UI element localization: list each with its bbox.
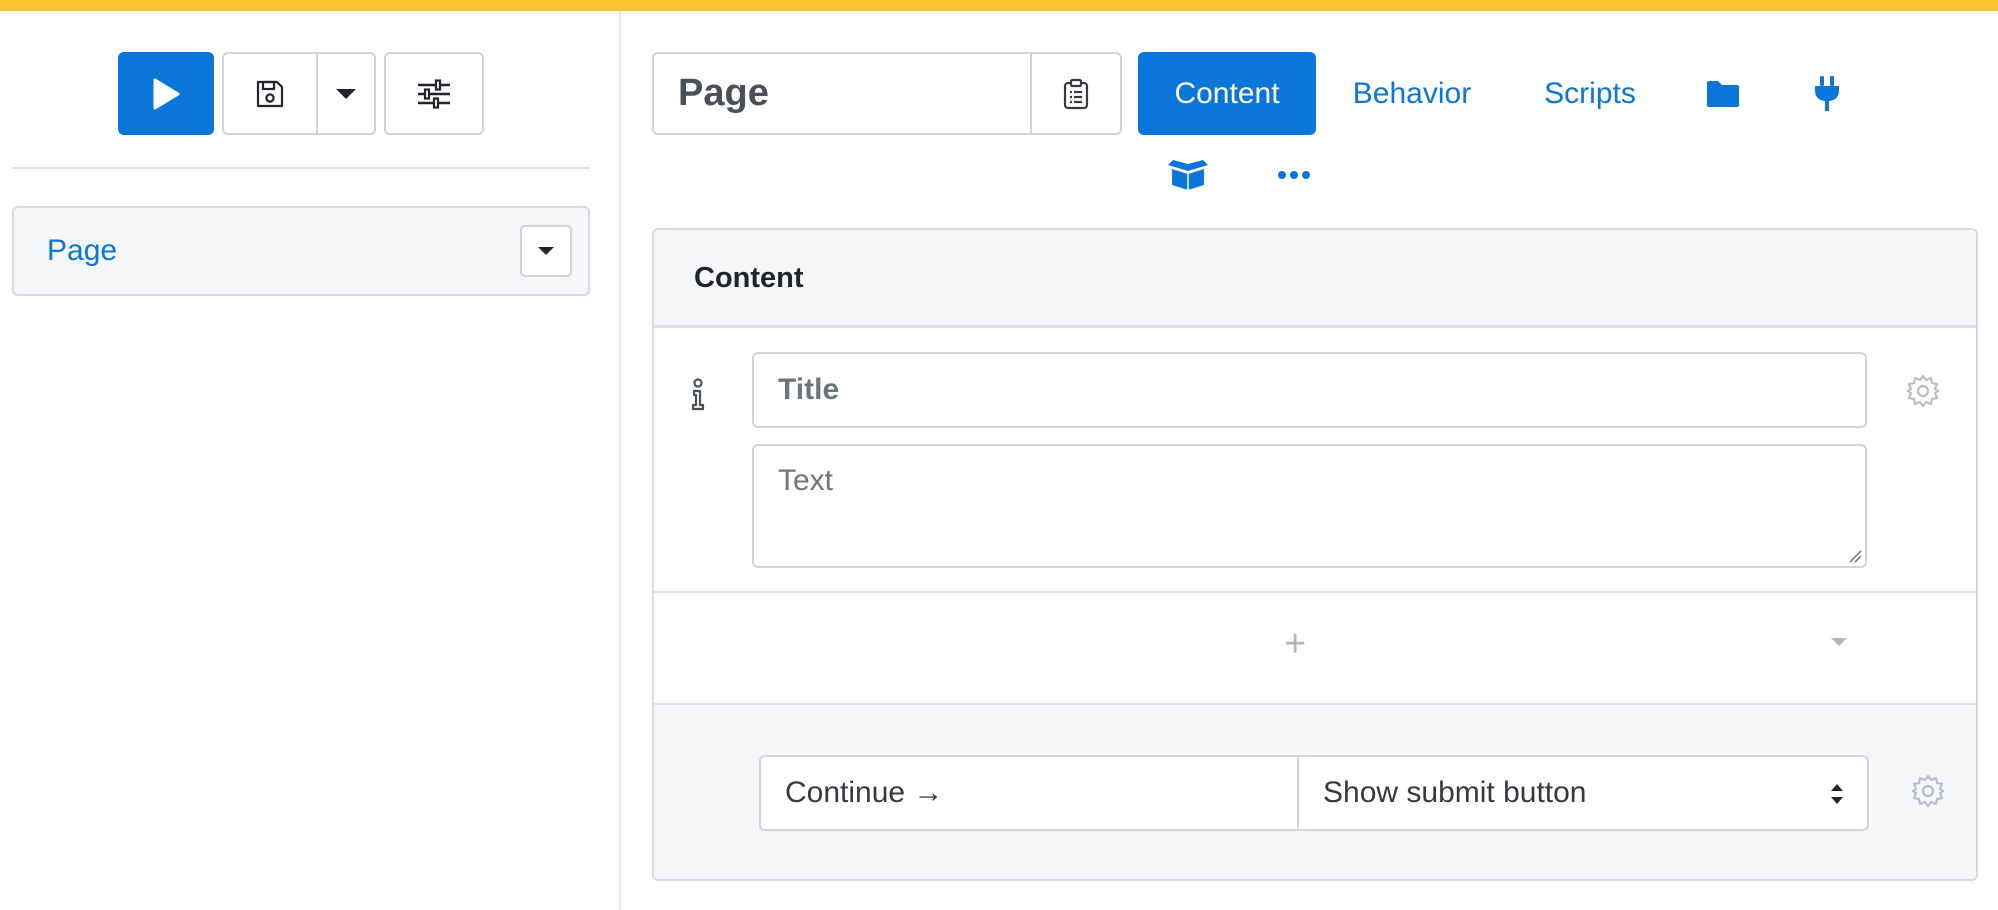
title-text-block: Title Text <box>654 328 1976 593</box>
tab-files[interactable] <box>1686 52 1760 135</box>
page-options-button[interactable] <box>520 225 572 277</box>
continue-label-field[interactable]: Continue → <box>759 755 1299 831</box>
plug-icon <box>1815 75 1839 111</box>
submit-select-value: Show submit button <box>1323 776 1587 809</box>
add-block-row: + <box>654 593 1976 705</box>
copy-button[interactable] <box>1030 52 1122 135</box>
caret-down-icon <box>538 247 554 255</box>
play-icon <box>153 78 180 109</box>
left-panel: Page <box>0 11 621 910</box>
sliders-icon <box>418 78 450 109</box>
save-menu-button[interactable] <box>318 54 374 133</box>
more-tabs-button[interactable] <box>1266 150 1322 200</box>
save-button[interactable] <box>224 54 318 133</box>
gear-icon[interactable] <box>1906 374 1940 408</box>
resize-handle-icon[interactable] <box>1848 549 1862 563</box>
sidebar-item-page[interactable]: Page <box>12 206 590 296</box>
save-button-group <box>222 52 376 135</box>
clipboard-icon <box>1063 78 1089 109</box>
panel-header: Content <box>654 230 1976 328</box>
title-field[interactable]: Title <box>752 352 1867 428</box>
submit-button-select[interactable]: Show submit button <box>1297 755 1869 831</box>
caret-down-icon <box>336 88 356 99</box>
tab-integrations[interactable] <box>1790 52 1864 135</box>
run-button[interactable] <box>118 52 214 135</box>
gear-icon[interactable] <box>1911 774 1945 808</box>
sidebar-item-label[interactable]: Page <box>47 234 117 268</box>
tab-components[interactable] <box>1160 150 1216 200</box>
box-open-icon <box>1168 160 1208 190</box>
settings-button[interactable] <box>384 52 484 135</box>
text-field[interactable]: Text <box>752 444 1867 568</box>
tab-scripts[interactable]: Scripts <box>1508 52 1672 135</box>
tab-content[interactable]: Content <box>1138 52 1316 135</box>
panel-title: Content <box>694 262 804 294</box>
divider <box>12 167 590 169</box>
text-field-placeholder: Text <box>778 464 834 497</box>
submit-row: Continue → Show submit button <box>654 705 1976 879</box>
content-panel: Content Title Text + Continue → Show sub… <box>652 228 1978 881</box>
folder-icon <box>1707 80 1739 107</box>
page-name-field[interactable]: Page <box>652 52 1032 135</box>
info-icon[interactable] <box>688 378 708 412</box>
save-icon <box>256 80 284 107</box>
chevron-down-icon[interactable] <box>1830 637 1848 647</box>
top-accent-bar <box>0 0 1998 11</box>
add-block-button[interactable]: + <box>1284 623 1306 666</box>
select-arrows-icon <box>1831 784 1843 804</box>
tab-behavior[interactable]: Behavior <box>1330 52 1494 135</box>
ellipsis-icon <box>1278 171 1310 179</box>
